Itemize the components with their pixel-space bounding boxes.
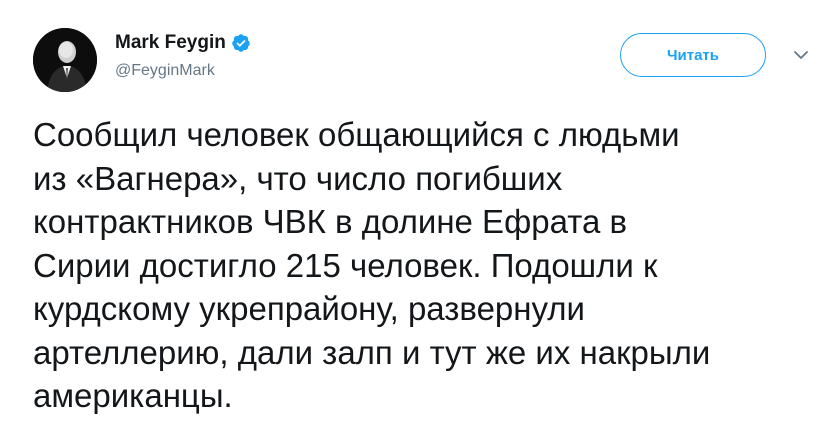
tweet-text-line: артеллерию, дали залп и тут же их накрыл… [33,333,711,371]
follow-button[interactable]: Читать [620,33,766,77]
author-name-row: Mark Feygin [115,30,251,56]
tweet-text-line: курдскому укрепрайону, развернули [33,290,585,327]
tweet-text: Сообщил человек общающийся с людьми из «… [33,113,823,418]
verified-badge-icon [231,33,251,53]
tweet-text-line: американцы. [33,377,233,414]
tweet-card: Mark Feygin @FeyginMark Читать Сообщил ч… [0,0,831,440]
chevron-down-icon[interactable] [791,48,811,62]
avatar-image [33,28,97,92]
avatar[interactable] [33,28,97,92]
tweet-text-line: Сообщил человек общающийся с людьми [33,116,680,153]
tweet-text-line: Сирии достигло 215 человек. Подошли к [33,246,658,284]
author-name[interactable]: Mark Feygin [115,32,226,54]
tweet-text-line: из «Вагнера», что число погибших [33,159,563,197]
author-handle[interactable]: @FeyginMark [115,62,215,80]
tweet-text-line: контрактников ЧВК в долине Ефрата в [33,203,627,240]
